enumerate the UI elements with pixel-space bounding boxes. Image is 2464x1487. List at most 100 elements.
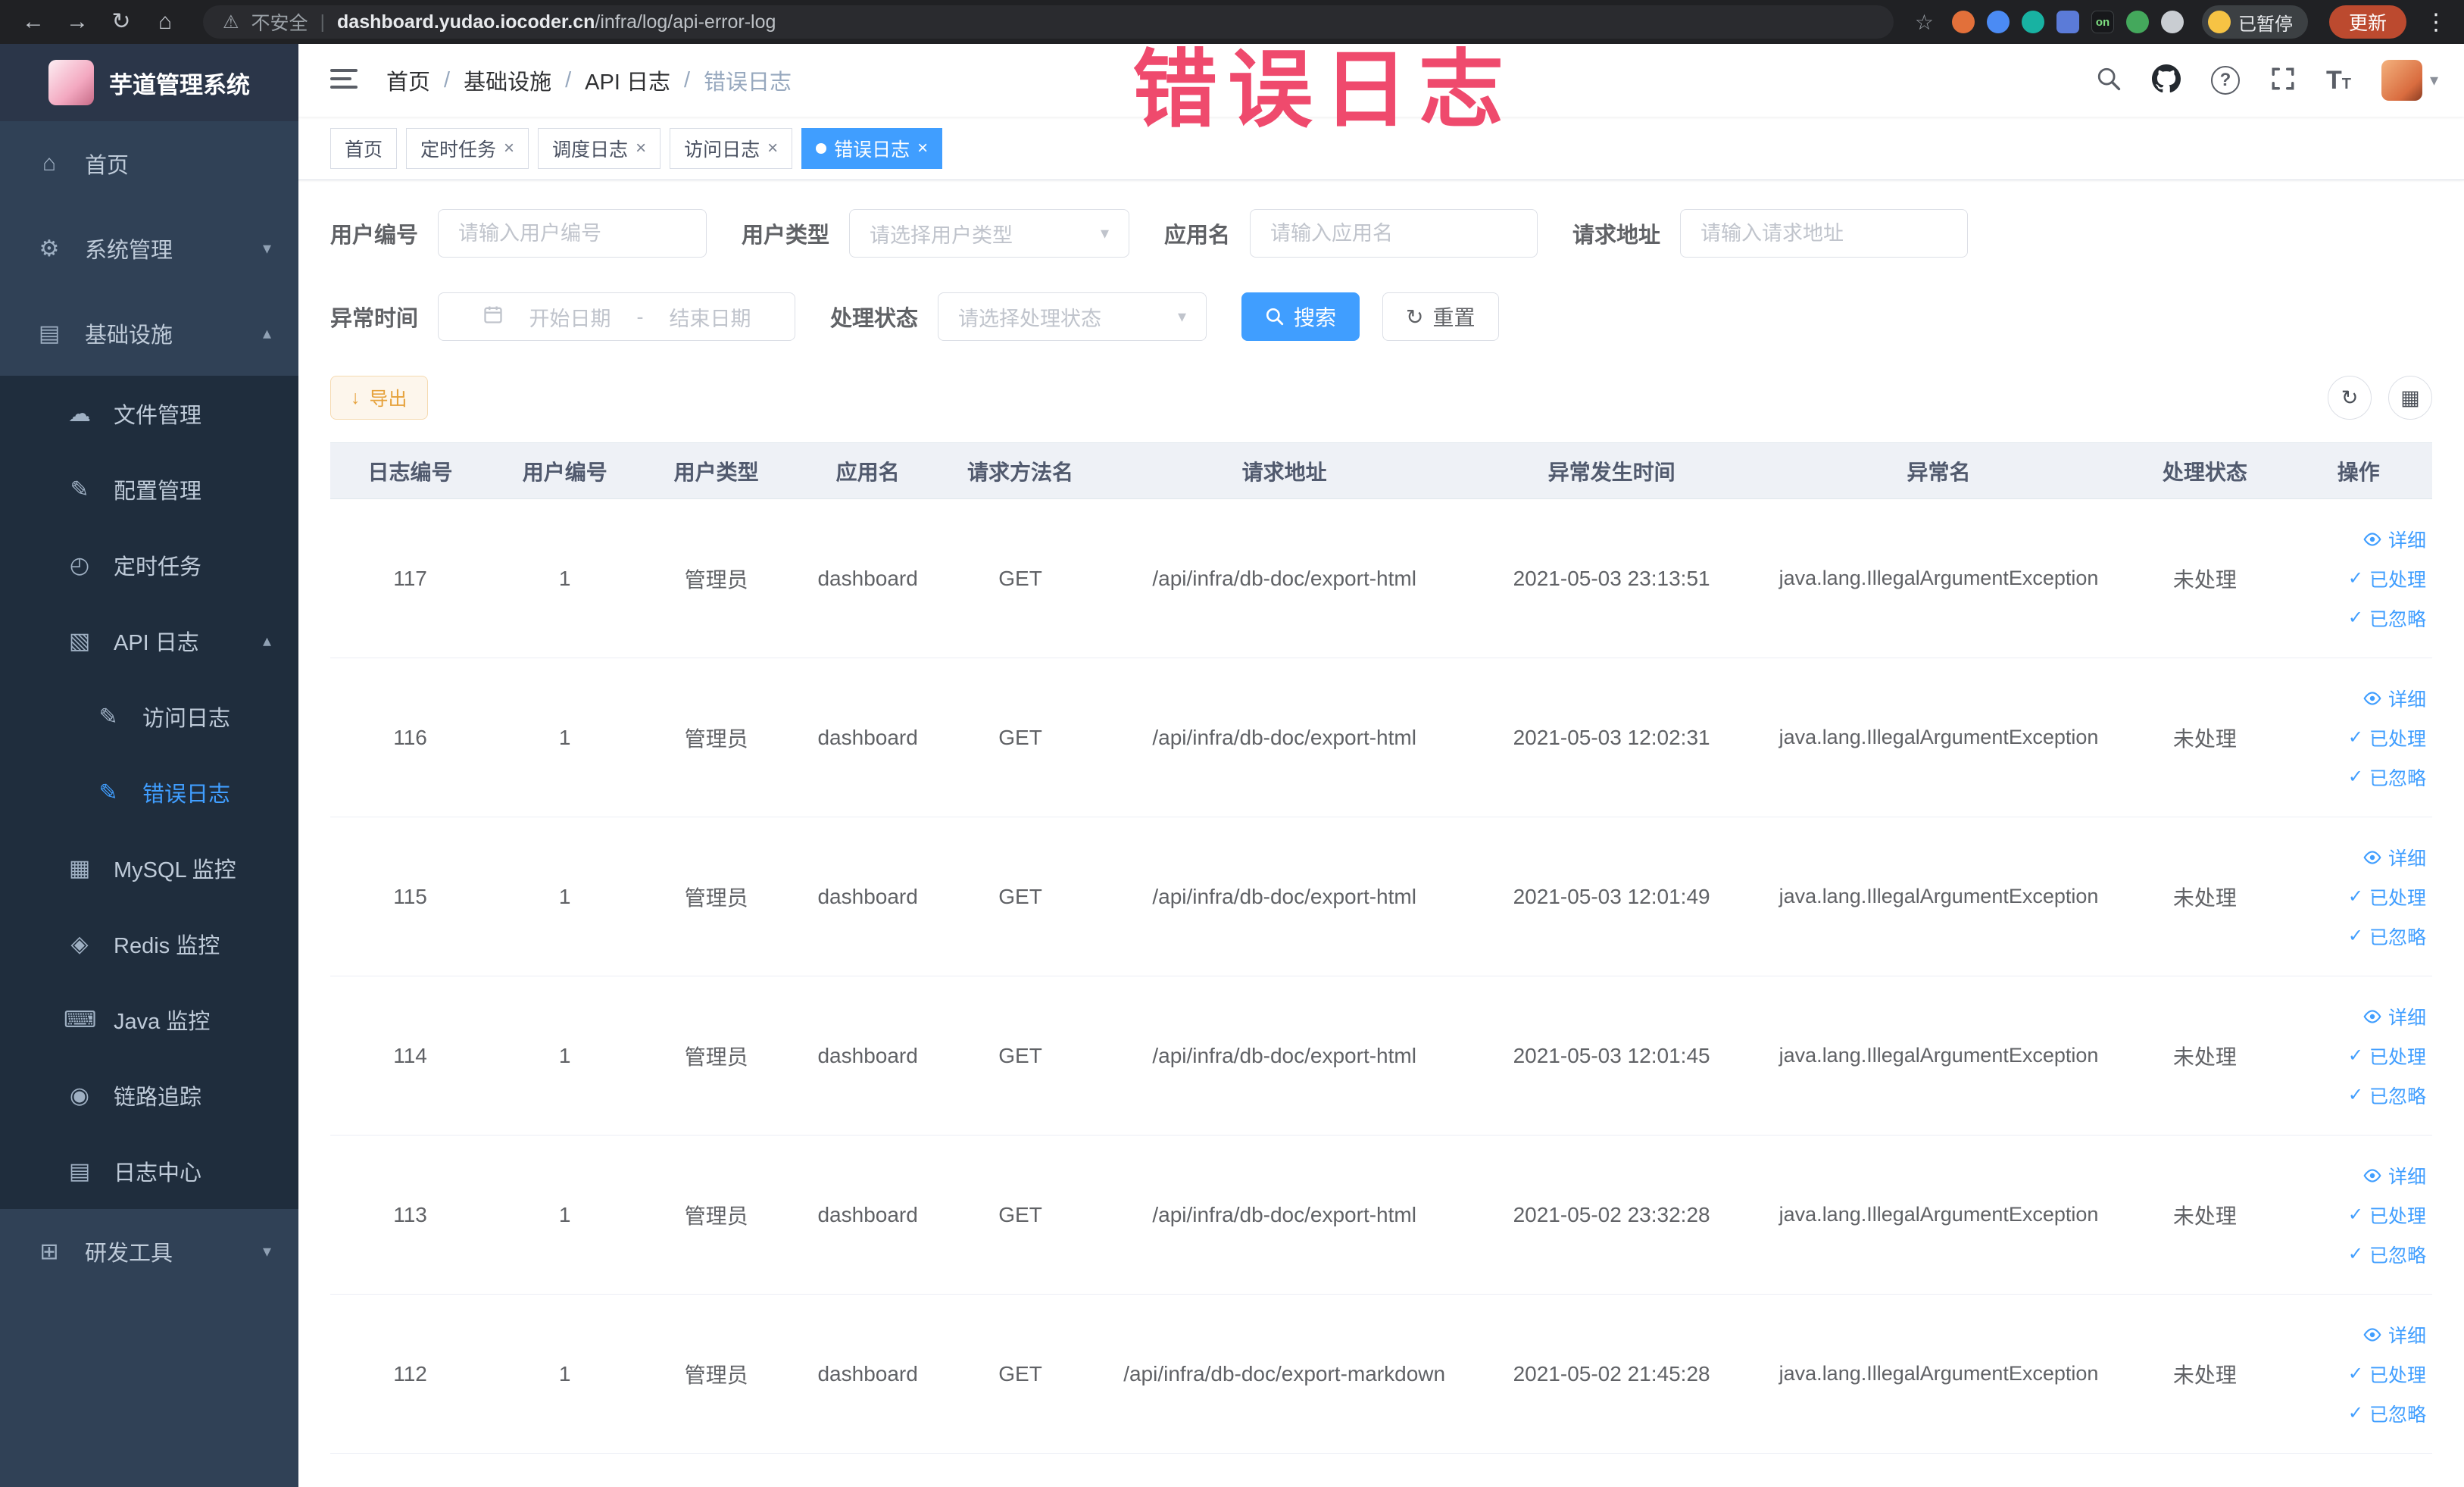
github-icon[interactable] bbox=[2151, 64, 2181, 97]
sidebar-item-java-monitor[interactable]: ⌨ Java 监控 bbox=[0, 982, 298, 1057]
sidebar-item-home[interactable]: ⌂ 首页 bbox=[0, 121, 298, 206]
detail-link[interactable]: 详细 bbox=[2363, 526, 2426, 553]
cell-user-id: 1 bbox=[490, 1135, 640, 1295]
search-icon[interactable] bbox=[2096, 66, 2122, 95]
on-switch-extension-icon[interactable]: on bbox=[2091, 11, 2114, 33]
mark-ignored-link[interactable]: ✓ 已忽略 bbox=[2348, 1241, 2426, 1268]
profile-paused-badge[interactable]: 已暂停 bbox=[2201, 5, 2308, 39]
extension-icon[interactable] bbox=[2160, 11, 2184, 33]
refresh-button[interactable]: ↻ bbox=[2328, 376, 2372, 420]
close-icon[interactable]: × bbox=[767, 138, 778, 159]
mark-processed-link[interactable]: ✓ 已处理 bbox=[2348, 1360, 2426, 1388]
back-icon[interactable]: ← bbox=[17, 0, 50, 44]
sidebar-item-file-manage[interactable]: ☁ 文件管理 bbox=[0, 376, 298, 451]
cell-time: 2021-05-03 23:13:51 bbox=[1470, 498, 1753, 658]
tab-error-log[interactable]: 错误日志 × bbox=[801, 127, 943, 169]
user-id-input[interactable] bbox=[438, 209, 707, 258]
doc-edit-icon: ✎ bbox=[98, 704, 118, 729]
browser-update-button[interactable]: 更新 bbox=[2328, 5, 2406, 39]
sidebar-item-config-manage[interactable]: ✎ 配置管理 bbox=[0, 451, 298, 527]
chevron-down-icon: ▾ bbox=[262, 239, 271, 258]
home-icon[interactable]: ⌂ bbox=[148, 0, 182, 44]
close-icon[interactable]: × bbox=[636, 138, 646, 159]
reset-button[interactable]: ↻ 重置 bbox=[1382, 292, 1499, 341]
search-button[interactable]: 搜索 bbox=[1241, 292, 1360, 341]
mark-ignored-link[interactable]: ✓ 已忽略 bbox=[2348, 604, 2426, 632]
detail-link[interactable]: 详细 bbox=[2363, 685, 2426, 712]
cell-exception: java.lang.IllegalArgumentException bbox=[1752, 817, 2125, 976]
process-status-select[interactable]: 请选择处理状态 ▾ bbox=[938, 292, 1207, 341]
sidebar-item-redis-monitor[interactable]: ◈ Redis 监控 bbox=[0, 906, 298, 982]
sidebar-item-label: 链路追踪 bbox=[114, 1086, 202, 1110]
tab-dispatch-log[interactable]: 调度日志 × bbox=[538, 127, 661, 169]
breadcrumb-item[interactable]: 首页 bbox=[386, 64, 430, 96]
mark-processed-link[interactable]: ✓ 已处理 bbox=[2348, 724, 2426, 751]
mark-ignored-link[interactable]: ✓ 已忽略 bbox=[2348, 1400, 2426, 1427]
sidebar-item-link-trace[interactable]: ◉ 链路追踪 bbox=[0, 1057, 298, 1133]
mark-ignored-link[interactable]: ✓ 已忽略 bbox=[2348, 923, 2426, 950]
mark-processed-link[interactable]: ✓ 已处理 bbox=[2348, 565, 2426, 592]
table-row: 117 1 管理员 dashboard GET /api/infra/db-do… bbox=[330, 498, 2432, 658]
sidebar-item-infra[interactable]: ▤ 基础设施 ▴ bbox=[0, 291, 298, 376]
cell-log-id: 113 bbox=[330, 1135, 491, 1295]
font-size-icon[interactable]: TT bbox=[2326, 66, 2351, 95]
mark-ignored-link[interactable]: ✓ 已忽略 bbox=[2348, 1082, 2426, 1109]
detail-link[interactable]: 详细 bbox=[2363, 844, 2426, 871]
mark-ignored-link[interactable]: ✓ 已忽略 bbox=[2348, 764, 2426, 791]
col-user-id: 用户编号 bbox=[490, 442, 640, 499]
cell-user-type: 管理员 bbox=[639, 658, 794, 817]
sidebar-item-error-log[interactable]: ✎ 错误日志 bbox=[0, 754, 298, 830]
reload-icon[interactable]: ↻ bbox=[105, 0, 138, 44]
cell-status: 未处理 bbox=[2125, 1135, 2285, 1295]
breadcrumb-item[interactable]: 基础设施 bbox=[464, 64, 551, 96]
reset-button-label: 重置 bbox=[1432, 306, 1476, 330]
cell-status: 未处理 bbox=[2125, 817, 2285, 976]
clock-icon: ◴ bbox=[69, 552, 90, 578]
extension-icon[interactable] bbox=[1986, 11, 2010, 33]
mark-processed-link[interactable]: ✓ 已处理 bbox=[2348, 1201, 2426, 1229]
export-button[interactable]: ↓ 导出 bbox=[330, 376, 428, 420]
tab-scheduled-jobs[interactable]: 定时任务 × bbox=[406, 127, 529, 169]
detail-link[interactable]: 详细 bbox=[2363, 1321, 2426, 1348]
sidebar-item-system[interactable]: ⚙ 系统管理 ▾ bbox=[0, 206, 298, 291]
column-settings-button[interactable]: ▦ bbox=[2388, 376, 2432, 420]
sidebar-item-mysql-monitor[interactable]: ▦ MySQL 监控 bbox=[0, 830, 298, 906]
puzzle-extension-icon[interactable] bbox=[2056, 11, 2079, 33]
hamburger-icon[interactable] bbox=[330, 67, 358, 94]
exception-time-range-picker[interactable]: 开始日期 - 结束日期 bbox=[438, 292, 796, 341]
address-bar[interactable]: ⚠ 不安全 | dashboard.yudao.iocoder.cn/infra… bbox=[203, 5, 1894, 39]
user-avatar[interactable]: ▾ bbox=[2381, 60, 2438, 101]
detail-link[interactable]: 详细 bbox=[2363, 1003, 2426, 1030]
sidebar-item-access-log[interactable]: ✎ 访问日志 bbox=[0, 679, 298, 754]
forward-icon[interactable]: → bbox=[61, 0, 94, 44]
bookmark-star-icon[interactable]: ☆ bbox=[1915, 10, 1934, 35]
fullscreen-icon[interactable] bbox=[2270, 66, 2296, 95]
extension-icon[interactable] bbox=[2021, 11, 2044, 33]
request-url-input[interactable] bbox=[1680, 209, 1969, 258]
cell-user-id: 1 bbox=[490, 658, 640, 817]
help-icon[interactable]: ? bbox=[2210, 66, 2240, 95]
extension-icon[interactable] bbox=[1951, 11, 1975, 33]
annotation-watermark: 错误日志 bbox=[1132, 42, 1514, 137]
app-name-input[interactable] bbox=[1250, 209, 1538, 258]
cell-exception: java.lang.IllegalArgumentException bbox=[1752, 658, 2125, 817]
sidebar-item-scheduled-jobs[interactable]: ◴ 定时任务 bbox=[0, 527, 298, 603]
sidebar-item-label: MySQL 监控 bbox=[114, 858, 236, 883]
mark-processed-link[interactable]: ✓ 已处理 bbox=[2348, 1042, 2426, 1070]
mark-processed-link[interactable]: ✓ 已处理 bbox=[2348, 883, 2426, 911]
browser-menu-icon[interactable]: ⋮ bbox=[2425, 9, 2447, 36]
extension-icon[interactable] bbox=[2125, 11, 2149, 33]
col-status: 处理状态 bbox=[2125, 442, 2285, 499]
breadcrumb-item[interactable]: API 日志 bbox=[585, 64, 670, 96]
col-actions: 操作 bbox=[2284, 442, 2432, 499]
sidebar-item-dev-tools[interactable]: ⊞ 研发工具 ▾ bbox=[0, 1209, 298, 1294]
close-icon[interactable]: × bbox=[917, 138, 928, 159]
user-type-select[interactable]: 请选择用户类型 ▾ bbox=[849, 209, 1130, 258]
close-icon[interactable]: × bbox=[504, 138, 514, 159]
sidebar-item-api-log[interactable]: ▧ API 日志 ▴ bbox=[0, 603, 298, 679]
cell-exception: java.lang.IllegalArgumentException bbox=[1752, 976, 2125, 1136]
tab-access-log[interactable]: 访问日志 × bbox=[670, 127, 793, 169]
detail-link[interactable]: 详细 bbox=[2363, 1162, 2426, 1189]
tab-home[interactable]: 首页 bbox=[330, 127, 398, 169]
sidebar-item-log-center[interactable]: ▤ 日志中心 bbox=[0, 1133, 298, 1209]
